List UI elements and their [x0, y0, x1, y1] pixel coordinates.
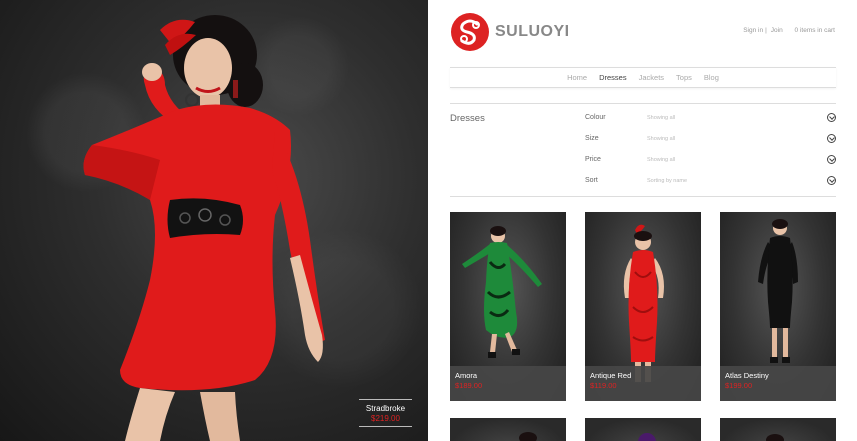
filter-price[interactable]: Price Showing all: [585, 155, 836, 168]
hero-product-name: Stradbroke: [365, 404, 406, 413]
brand-logo-icon[interactable]: [450, 12, 490, 52]
category-title: Dresses: [450, 113, 485, 124]
nav-home[interactable]: Home: [567, 73, 587, 82]
brand-name[interactable]: SULUOYI: [495, 23, 570, 41]
filter-size[interactable]: Size Showing all: [585, 134, 836, 147]
product-caption: Amora $189.00: [450, 366, 566, 401]
filter-value: Showing all: [647, 115, 676, 121]
chevron-down-icon[interactable]: [827, 176, 836, 185]
product-image: [638, 433, 656, 441]
filter-value: Showing all: [647, 157, 676, 163]
hero-product-price: $219.00: [371, 414, 400, 423]
product-price: $119.00: [590, 381, 617, 390]
filter-label: Sort: [585, 177, 598, 184]
product-price: $189.00: [455, 381, 483, 390]
product-name: Antique Red: [590, 371, 632, 380]
hero-image[interactable]: Stradbroke $219.00: [0, 0, 428, 441]
product-caption: Antique Red $119.00: [585, 366, 701, 401]
account-links: Sign in | Join 0 items in cart: [741, 27, 835, 34]
product-image: [519, 432, 537, 441]
hero-price-tag[interactable]: Stradbroke $219.00: [359, 399, 412, 427]
hero-model-illustration: [83, 15, 325, 441]
product-card[interactable]: Antique Red $119.00: [585, 212, 701, 401]
product-card-partial[interactable]: [450, 418, 566, 441]
product-card[interactable]: Amora $189.00: [450, 212, 566, 401]
sign-in-link[interactable]: Sign in: [743, 27, 763, 34]
product-card[interactable]: Atlas Destiny $199.00: [720, 212, 836, 401]
product-price: $199.00: [725, 381, 753, 390]
product-caption: Atlas Destiny $199.00: [720, 366, 836, 401]
product-image: [766, 434, 784, 441]
filter-label: Colour: [585, 114, 606, 121]
nav-tops[interactable]: Tops: [676, 73, 692, 82]
cart-link[interactable]: 0 items in cart: [795, 27, 835, 34]
filter-value: Showing all: [647, 136, 676, 142]
account-separator: |: [765, 27, 767, 34]
product-name: Atlas Destiny: [725, 371, 769, 380]
filter-panel: Dresses Colour Showing all Size Showing …: [450, 103, 836, 197]
chevron-down-icon[interactable]: [827, 155, 836, 164]
join-link[interactable]: Join: [771, 27, 783, 34]
product-card-partial[interactable]: [585, 418, 701, 441]
nav-jackets[interactable]: Jackets: [639, 73, 664, 82]
chevron-down-icon[interactable]: [827, 134, 836, 143]
shop-panel: SULUOYI Sign in | Join 0 items in cart Hom…: [428, 0, 857, 441]
filter-sort[interactable]: Sort Sorting by name: [585, 176, 836, 189]
product-name: Amora: [455, 371, 478, 380]
filter-value: Sorting by name: [647, 178, 688, 184]
nav-dresses[interactable]: Dresses: [599, 73, 627, 82]
filter-colour[interactable]: Colour Showing all: [585, 113, 836, 126]
nav-blog[interactable]: Blog: [704, 73, 719, 82]
product-card-partial[interactable]: [720, 418, 836, 441]
main-nav: Home Dresses Jackets Tops Blog: [450, 67, 836, 88]
filter-label: Size: [585, 135, 599, 142]
filter-label: Price: [585, 156, 601, 163]
chevron-down-icon[interactable]: [827, 113, 836, 122]
